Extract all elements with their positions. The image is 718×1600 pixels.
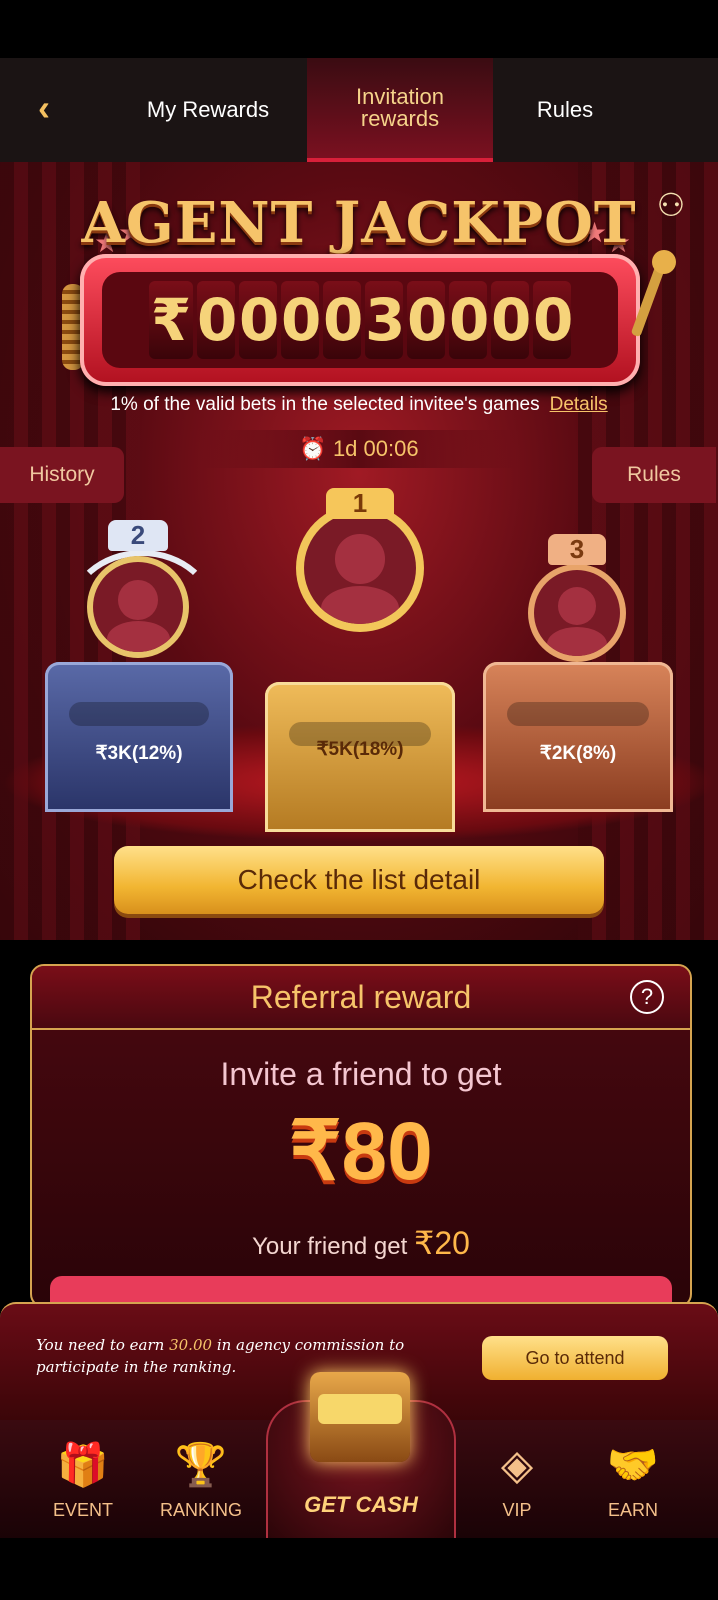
nav-ranking[interactable]: 🏆 RANKING	[143, 1420, 259, 1538]
history-button[interactable]: History	[0, 447, 124, 503]
timer-text: 1d 00:06	[332, 436, 419, 461]
crown-bronze-icon: 3	[548, 534, 606, 565]
prize-amount: ₹2K(8%)	[539, 743, 617, 764]
description-text: 1% of the valid bets in the selected inv…	[110, 394, 540, 415]
prize-amount: ₹5K(18%)	[316, 739, 404, 760]
nav-vip[interactable]: ◈ VIP	[462, 1420, 572, 1538]
friend-amount: ₹20	[413, 1225, 470, 1261]
referral-amount: ₹80	[289, 1106, 433, 1197]
prize-amount: ₹3K(12%)	[95, 743, 183, 764]
help-icon[interactable]: ?	[630, 980, 664, 1014]
nav-get-cash[interactable]: GET CASH	[266, 1372, 456, 1540]
jackpot-title: AGENT JACKPOT	[81, 190, 637, 256]
jackpot-hero: ★ ★ ★ ★ AGENT JACKPOT ⚇ ₹ 0 0 0 0 3 0 0 …	[0, 162, 718, 940]
jackpot-digit: 0	[323, 281, 363, 359]
currency-symbol: ₹	[149, 281, 193, 359]
avatar-rank-3	[534, 570, 620, 656]
nav-label: VIP	[502, 1500, 532, 1520]
podium-rank-1: ₹5K(18%)	[265, 682, 455, 832]
jackpot-digit: 3	[365, 281, 405, 359]
jackpot-digit: 0	[407, 281, 447, 359]
referral-title: Referral reward	[32, 966, 690, 1030]
user-gift-icon[interactable]: ⚇	[650, 186, 692, 230]
avatar-rank-2	[93, 562, 183, 652]
jackpot-digit: 0	[281, 281, 321, 359]
jackpot-digit: 0	[491, 281, 531, 359]
invite-text: Invite a friend to get	[220, 1056, 502, 1092]
commission-amount: 30.00	[169, 1336, 213, 1354]
status-bar	[0, 0, 718, 58]
nav-label: EVENT	[52, 1500, 113, 1520]
nav-event[interactable]: 🎁 EVENT	[28, 1420, 138, 1538]
gift-icon: 🎁	[56, 1441, 110, 1488]
nav-label: GET CASH	[304, 1492, 418, 1517]
jackpot-digit: 0	[449, 281, 489, 359]
trophy-icon: 🏆	[174, 1441, 228, 1488]
alarm-clock-icon: ⏰	[299, 436, 327, 461]
podium-rank-2: ₹3K(12%)	[45, 662, 233, 812]
jackpot-digit: 0	[239, 281, 279, 359]
jackpot-description: 1% of the valid bets in the selected inv…	[0, 394, 718, 416]
handshake-icon: 🤝	[606, 1441, 660, 1488]
crown-gold-icon: 1	[326, 488, 394, 519]
jackpot-digit: 0	[533, 281, 573, 359]
rules-button[interactable]: Rules	[592, 447, 716, 503]
nav-label: EARN	[607, 1500, 658, 1520]
jackpot-digit: 0	[197, 281, 237, 359]
treasure-chest-icon	[310, 1372, 410, 1462]
tab-invitation-rewards[interactable]: Invitation rewards	[307, 58, 493, 162]
slot-lever-knob	[652, 250, 676, 274]
friend-text: Your friend get	[252, 1233, 408, 1260]
system-nav-area	[0, 1538, 718, 1600]
referral-reward-panel: Referral reward ? Invite a friend to get…	[30, 964, 692, 1308]
top-nav: ‹ My Rewards Invitation rewards Rules	[0, 58, 718, 163]
jackpot-counter: ₹ 0 0 0 0 3 0 0 0 0	[80, 254, 640, 386]
countdown-timer: ⏰ 1d 00:06	[200, 430, 518, 468]
details-link[interactable]: Details	[550, 394, 608, 415]
go-to-attend-button[interactable]: Go to attend	[482, 1336, 668, 1380]
notice-text-part: You need to earn	[36, 1336, 170, 1354]
tab-rules[interactable]: Rules	[505, 58, 625, 162]
nav-earn[interactable]: 🤝 EARN	[578, 1420, 688, 1538]
vip-badge-icon: ◈	[500, 1441, 534, 1488]
check-list-detail-button[interactable]: Check the list detail	[114, 846, 604, 914]
avatar-rank-1	[304, 512, 416, 624]
podium-rank-3: ₹2K(8%)	[483, 662, 673, 812]
friend-reward-text: Your friend get ₹20	[32, 1224, 690, 1262]
tab-my-rewards[interactable]: My Rewards	[120, 58, 296, 162]
crown-silver-icon: 2	[108, 520, 168, 551]
nav-label: RANKING	[159, 1500, 242, 1520]
back-arrow-icon[interactable]: ‹	[24, 88, 64, 128]
